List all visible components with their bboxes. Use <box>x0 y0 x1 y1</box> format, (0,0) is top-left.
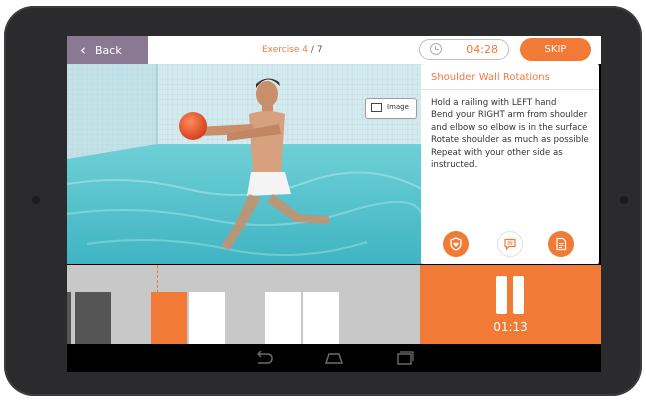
document-icon <box>556 237 567 251</box>
comment-button[interactable] <box>497 231 523 257</box>
exercise-info-panel: Shoulder Wall Rotations Hold a railing w… <box>421 64 599 264</box>
tablet-sensor-left <box>32 196 40 204</box>
exercise-counter: Exercise 4 / 7 <box>262 36 323 64</box>
instruction-step: Repeat with your other side as instructe… <box>431 147 563 171</box>
heart-shield-icon <box>450 237 462 251</box>
exercise-illustration: Image <box>67 64 422 264</box>
pool-scene-image <box>67 64 422 264</box>
app-screen: ‹ Back Exercise 4 / 7 04:28 SKIP Image S… <box>67 36 601 372</box>
image-icon <box>371 103 382 112</box>
recents-icon[interactable] <box>393 350 415 366</box>
back-icon[interactable] <box>253 350 275 366</box>
instruction-list: Hold a railing with LEFT hand Bend your … <box>431 97 591 171</box>
instruction-step: Hold a railing with LEFT hand <box>431 98 557 108</box>
exercise-current: Exercise 4 <box>262 45 309 55</box>
elapsed-time: 01:13 <box>493 320 528 334</box>
skip-button[interactable]: SKIP <box>520 38 591 61</box>
timeline-block <box>189 292 225 344</box>
playback-panel: 01:13 <box>420 265 601 344</box>
pause-icon <box>513 276 524 314</box>
timer-value: 04:28 <box>466 43 498 56</box>
back-button[interactable]: ‹ Back <box>67 36 148 64</box>
system-navigation-bar <box>67 344 601 372</box>
top-bar: ‹ Back Exercise 4 / 7 04:28 SKIP <box>67 36 601 64</box>
show-image-button[interactable]: Image <box>365 98 417 119</box>
instruction-step: Bend your RIGHT arm from shoulder and el… <box>431 110 588 133</box>
timeline-block <box>67 292 71 344</box>
exercise-total: / 7 <box>310 45 323 55</box>
timeline-playhead <box>157 265 158 293</box>
home-icon[interactable] <box>323 350 345 366</box>
instruction-step: Rotate shoulder as much as possible <box>431 135 589 146</box>
tablet-sensor-right <box>620 196 628 204</box>
pause-button[interactable] <box>496 276 524 314</box>
pain-report-button[interactable] <box>443 231 469 257</box>
divider <box>421 89 599 90</box>
timeline-block-current <box>151 292 187 344</box>
back-label: Back <box>95 43 122 57</box>
timeline-block <box>265 292 301 344</box>
timeline-block <box>75 292 111 344</box>
pause-icon <box>496 276 507 314</box>
image-button-label: Image <box>387 103 409 111</box>
exercise-timeline[interactable] <box>67 265 420 344</box>
timeline-block <box>303 292 339 344</box>
chevron-left-icon: ‹ <box>80 40 86 59</box>
notes-button[interactable] <box>548 231 574 257</box>
comment-icon <box>504 238 516 251</box>
clock-icon <box>430 43 442 55</box>
exercise-timer: 04:28 <box>419 39 509 60</box>
exercise-title: Shoulder Wall Rotations <box>431 72 550 83</box>
